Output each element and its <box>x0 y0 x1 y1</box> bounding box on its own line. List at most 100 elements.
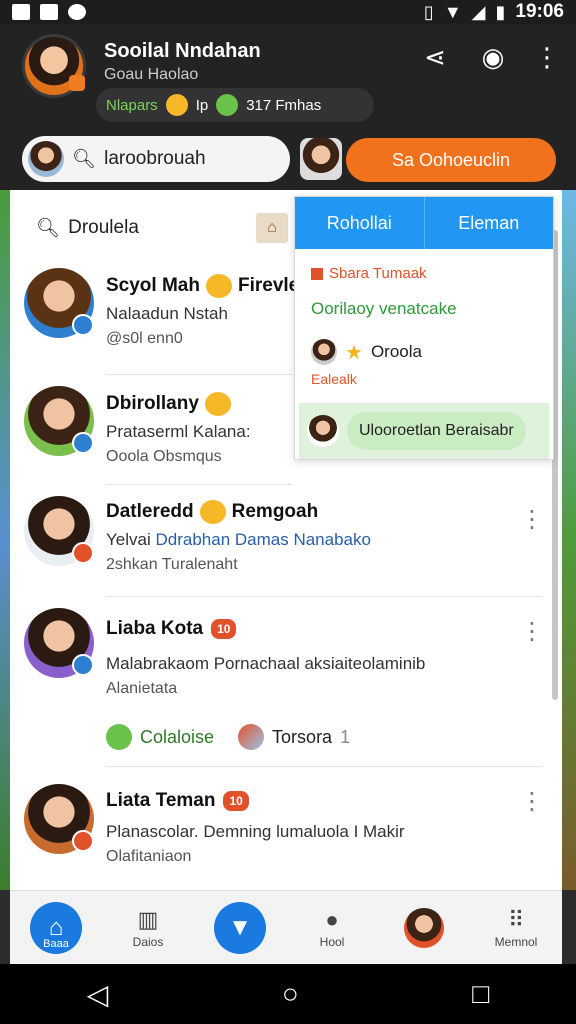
status-badge-icon <box>72 542 94 564</box>
reaction-chip[interactable]: Colaloise <box>106 724 214 750</box>
nav-label: Hool <box>319 934 345 949</box>
contact-name-suffix: Remgoah <box>231 501 319 523</box>
ball-icon <box>238 724 265 750</box>
gold-coin-icon <box>165 94 188 116</box>
more-vertical-icon[interactable]: ⋮ <box>532 42 562 72</box>
search-icon: 🔍︎ <box>36 218 61 239</box>
more-vertical-icon[interactable]: ⋮ <box>520 620 544 644</box>
app-title: Sooilal Nndahan <box>104 40 261 62</box>
contact-line2: Malabrakaom Pornachaal aksiaiteolaminib <box>106 654 426 673</box>
green-gem-icon <box>216 94 239 116</box>
stats-pill: Nlapars Ip 317 Fmhas <box>96 88 374 122</box>
tab-eleman[interactable]: Eleman <box>425 197 554 249</box>
background-scene <box>0 190 10 890</box>
divider <box>106 596 542 597</box>
count-tag: 10 <box>223 790 249 811</box>
profile-avatar[interactable] <box>22 34 86 98</box>
contact-name-text: Scyol Mah <box>106 275 200 297</box>
contact-line2: Planascolar. Demning lumaluola I Makir <box>106 822 405 841</box>
person-icon: ● <box>325 906 339 932</box>
search-icon: 🔍︎ <box>72 149 97 170</box>
settings-ring-icon[interactable]: ◉ <box>478 42 508 72</box>
contact-line2: Prataserml Kalana: <box>106 422 251 441</box>
more-vertical-icon[interactable]: ⋮ <box>520 508 544 532</box>
count-tag: 10 <box>211 618 237 639</box>
back-icon[interactable]: ◁ <box>87 978 109 1011</box>
nav-label: Baaa <box>43 938 69 950</box>
nav-avatar[interactable] <box>378 891 470 964</box>
share-icon[interactable]: ⋖ <box>420 42 450 72</box>
app-header: Sooilal Nndahan Goau Haolao ⋖ ◉ ⋮ Nlapar… <box>0 24 576 136</box>
contact-name-text: Datleredd <box>106 501 194 523</box>
vibrate-icon: ▯ <box>423 1 434 22</box>
smile-emoji-icon <box>204 392 231 416</box>
stat-a: Nlapars <box>106 96 158 114</box>
chip-label: Colaloise <box>140 726 215 747</box>
nav-center[interactable]: ▼ <box>194 891 286 964</box>
stats-icon: ▥ <box>137 906 159 932</box>
popover-body: Sbara Tumaak Oorilaoy venatcake ★ Oroola… <box>295 249 553 459</box>
more-vertical-icon[interactable]: ⋮ <box>520 790 544 814</box>
list-search-value: Droulela <box>68 217 139 238</box>
avatar <box>307 415 339 447</box>
verified-badge-icon <box>72 314 94 336</box>
chip-label: Torsora <box>272 726 333 747</box>
battery-icon: ▮ <box>495 1 506 22</box>
contact-line3: Alanietata <box>106 680 178 697</box>
contact-name-text: Liaba Kota <box>106 618 204 639</box>
contact-name: Scyol Mah Firevle <box>106 274 299 298</box>
popover-tabs: Rohollai Eleman <box>295 197 553 249</box>
reaction-chip[interactable]: Torsora 1 <box>238 724 350 750</box>
search-value: laroobrouah <box>104 148 206 169</box>
system-nav-bar: ◁ ○ □ <box>0 964 576 1024</box>
contact-line3: Olafitaniaon <box>106 848 192 865</box>
contact-line2: Nalaadun Nstah <box>106 304 228 323</box>
smile-emoji-icon <box>205 274 232 298</box>
popover-note: Ealealk <box>311 371 357 387</box>
search-row: 🔍︎ laroobrouah Sa Oohoeuclin <box>0 136 576 190</box>
list-item[interactable]: Datleredd Remgoah Yelvai Ddrabhan Damas N… <box>10 494 562 594</box>
filter-popover: Rohollai Eleman Sbara Tumaak Oorilaoy ve… <box>294 196 554 460</box>
line2-prefix: Yelvai <box>106 530 151 549</box>
contact-name: Datleredd Remgoah <box>106 500 318 524</box>
avatar <box>28 141 64 177</box>
signal-icon: ◢ <box>471 1 486 22</box>
list-search-input[interactable]: 🔍︎ Droulela ⌂ <box>24 204 288 252</box>
popover-highlight[interactable]: Oorilaoy venatcake <box>311 299 457 319</box>
pet-icon <box>68 4 86 20</box>
contact-name-text: Dbirollany <box>106 393 199 415</box>
status-badge-icon <box>72 830 94 852</box>
bottom-nav: ⌂ Baaa ▥ Daios ▼ ● Hool ⠿ Memnol <box>10 890 562 964</box>
list-item[interactable]: Liaba Kota 10 Malabrakaom Pornachaal aksi… <box>10 606 562 766</box>
reaction-chips: Colaloise Torsora 1 <box>106 724 350 750</box>
contact-name-text: Liata Teman <box>106 790 216 811</box>
home-icon[interactable]: ⌂ <box>256 213 288 243</box>
nav-home[interactable]: ⌂ Baaa <box>10 891 102 964</box>
star-icon: ★ <box>345 341 363 364</box>
nav-stats[interactable]: ▥ Daios <box>102 891 194 964</box>
contact-line3: @s0l enn0 <box>106 330 183 347</box>
contact-link[interactable]: Ddrabhan Damas Nanabako <box>155 530 370 549</box>
chip-count: 1 <box>340 726 351 747</box>
divider <box>106 766 542 767</box>
popover-title: Sbara Tumaak <box>311 265 427 282</box>
contact-line3: Ooola Obsmqus <box>106 448 222 465</box>
grin-emoji-icon <box>199 500 226 524</box>
contact-line2: Yelvai Ddrabhan Damas Nanabako <box>106 530 371 550</box>
wifi-icon: ▼ <box>443 1 462 22</box>
search-input[interactable]: 🔍︎ laroobrouah <box>22 136 290 182</box>
primary-action-button[interactable]: Sa Oohoeuclin <box>346 138 556 182</box>
popover-user[interactable]: ★ Oroola <box>311 339 422 365</box>
popover-user-name: Oroola <box>370 342 422 361</box>
popover-action-button[interactable]: Ulooroetlan Beraisabr <box>347 412 526 450</box>
nav-more[interactable]: ⠿ Memnol <box>470 891 562 964</box>
grid-dots-icon: ⠿ <box>507 906 525 932</box>
recents-icon[interactable]: □ <box>472 978 489 1010</box>
avatar <box>311 339 337 365</box>
nav-profile[interactable]: ● Hool <box>286 891 378 964</box>
list-item[interactable]: Liata Teman 10 Planascolar. Demning lumal… <box>10 782 562 890</box>
divider <box>106 484 292 485</box>
home-circle-icon[interactable]: ○ <box>282 978 299 1010</box>
tab-rohollai[interactable]: Rohollai <box>295 197 425 249</box>
avatar[interactable] <box>300 138 342 180</box>
